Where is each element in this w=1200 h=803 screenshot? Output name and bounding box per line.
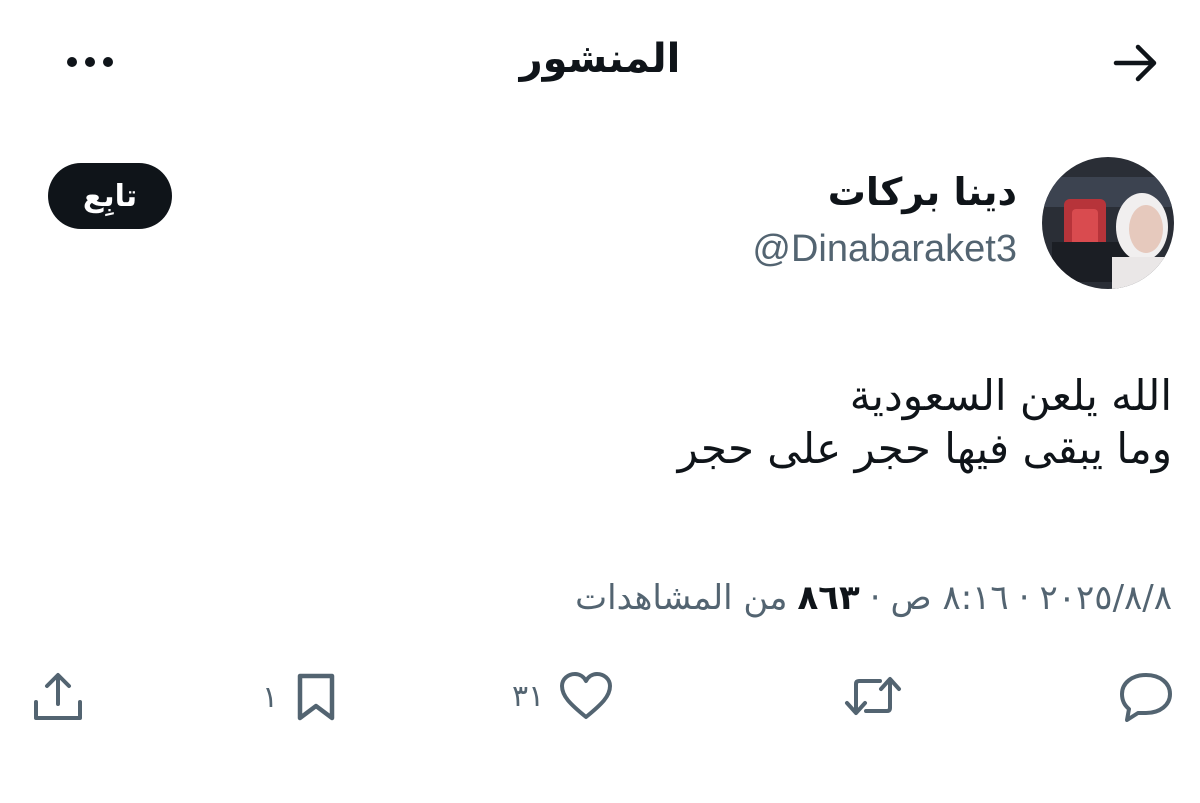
- post-text: الله يلعن السعودية وما يبقى فيها حجر على…: [72, 370, 1172, 475]
- heart-icon: [558, 670, 614, 722]
- post-meta: ٢٠٢٥/٨/٨ · ٨:١٦ ص · ٨٦٣ من المشاهدات: [575, 578, 1172, 618]
- user-handle[interactable]: @Dinabaraket3: [752, 228, 1017, 271]
- views-label: من المشاهدات: [575, 578, 788, 618]
- bookmark-icon: [292, 670, 340, 724]
- more-options-icon[interactable]: [58, 40, 122, 84]
- post-time[interactable]: ٨:١٦ ص: [891, 578, 1009, 618]
- reply-icon: [1118, 670, 1174, 722]
- views-count[interactable]: ٨٦٣: [797, 578, 859, 618]
- avatar[interactable]: [1042, 157, 1174, 289]
- post-line: الله يلعن السعودية: [849, 371, 1172, 420]
- follow-button[interactable]: تابِع: [48, 163, 172, 229]
- display-name[interactable]: دينا بركات: [828, 170, 1017, 214]
- share-button[interactable]: [30, 670, 86, 724]
- meta-separator: ·: [1018, 578, 1030, 618]
- like-count: ٣١: [512, 678, 545, 714]
- repost-button[interactable]: [828, 670, 904, 722]
- meta-separator: ·: [869, 578, 881, 618]
- reply-button[interactable]: [1104, 670, 1174, 722]
- share-icon: [30, 670, 86, 724]
- bookmark-count: ١: [262, 679, 279, 715]
- repost-icon: [842, 670, 904, 722]
- like-button[interactable]: ٣١: [512, 670, 614, 722]
- page-title: المنشور: [519, 36, 681, 82]
- post-date[interactable]: ٢٠٢٥/٨/٨: [1040, 578, 1172, 618]
- post-line: وما يبقى فيها حجر على حجر: [677, 423, 1172, 473]
- bookmark-button[interactable]: ١: [262, 670, 340, 724]
